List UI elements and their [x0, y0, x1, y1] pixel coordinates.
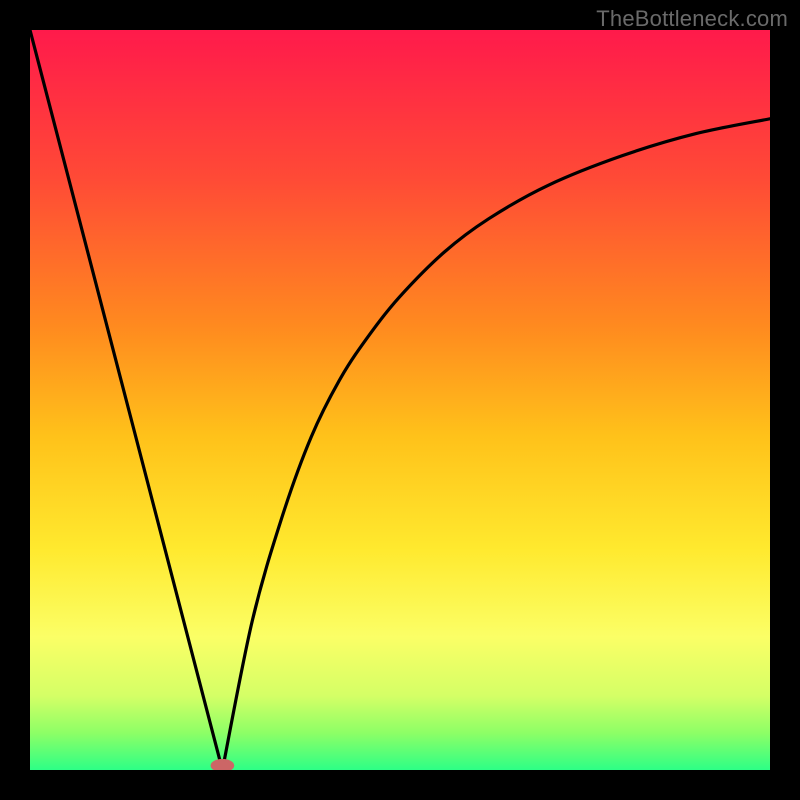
watermark-label: TheBottleneck.com	[596, 6, 788, 32]
chart-svg	[30, 30, 770, 770]
chart-background	[30, 30, 770, 770]
chart-frame: TheBottleneck.com	[0, 0, 800, 800]
plot-area	[30, 30, 770, 770]
